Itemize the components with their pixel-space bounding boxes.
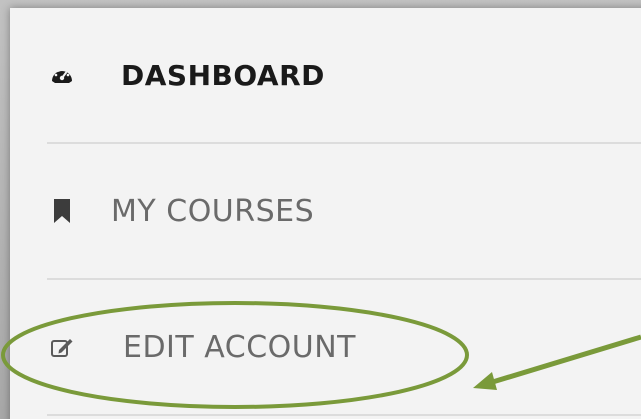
menu-item-label: MY COURSES	[111, 193, 315, 229]
dashboard-gauge-icon	[49, 62, 75, 88]
screenshot-frame: DASHBOARD MY COURSES EDIT ACCOUNT	[0, 0, 641, 419]
edit-square-icon	[49, 334, 75, 360]
menu-item-label: DASHBOARD	[121, 58, 325, 92]
menu-item-my-courses[interactable]: MY COURSES	[47, 144, 641, 280]
account-menu-panel: DASHBOARD MY COURSES EDIT ACCOUNT	[10, 8, 641, 419]
menu-item-dashboard[interactable]: DASHBOARD	[47, 8, 641, 144]
bookmark-icon	[49, 198, 75, 224]
account-menu: DASHBOARD MY COURSES EDIT ACCOUNT	[47, 8, 641, 419]
menu-item-edit-account[interactable]: EDIT ACCOUNT	[47, 280, 641, 416]
menu-item-label: EDIT ACCOUNT	[123, 329, 356, 365]
